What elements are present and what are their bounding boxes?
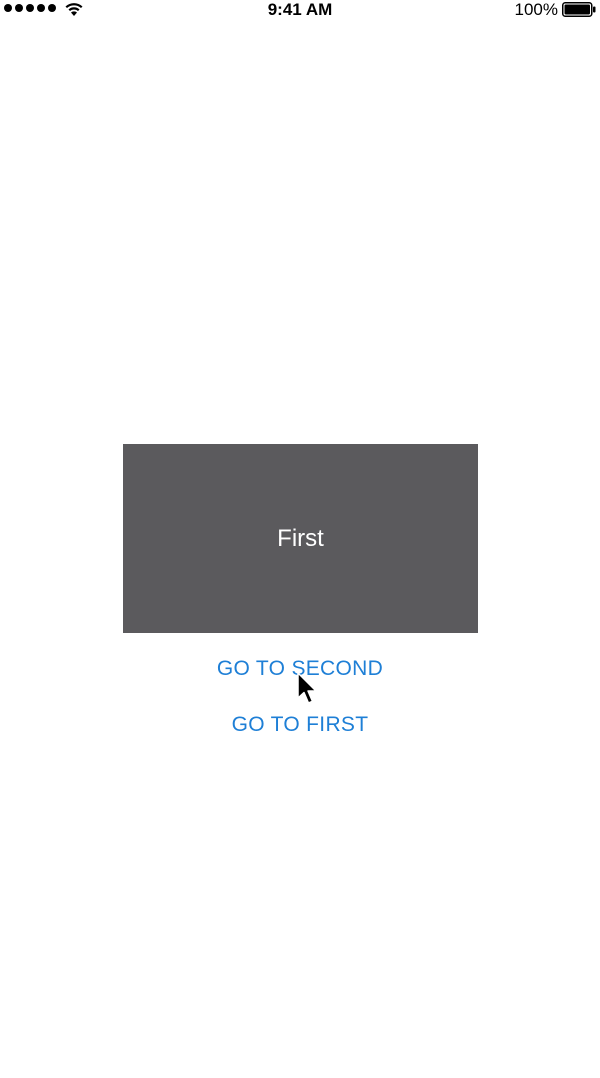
app-screen: 9:41 AM 100% First GO TO SECOND GO TO FI… [0,0,600,1078]
go-to-second-button[interactable]: GO TO SECOND [0,655,600,683]
battery-percent: 100% [514,0,558,19]
status-time: 9:41 AM [267,0,333,19]
go-to-first-button[interactable]: GO TO FIRST [0,711,600,739]
battery-full-icon [562,2,596,17]
card-label: First [277,524,324,552]
status-bar: 9:41 AM 100% [0,0,600,22]
first-card: First [123,444,478,633]
